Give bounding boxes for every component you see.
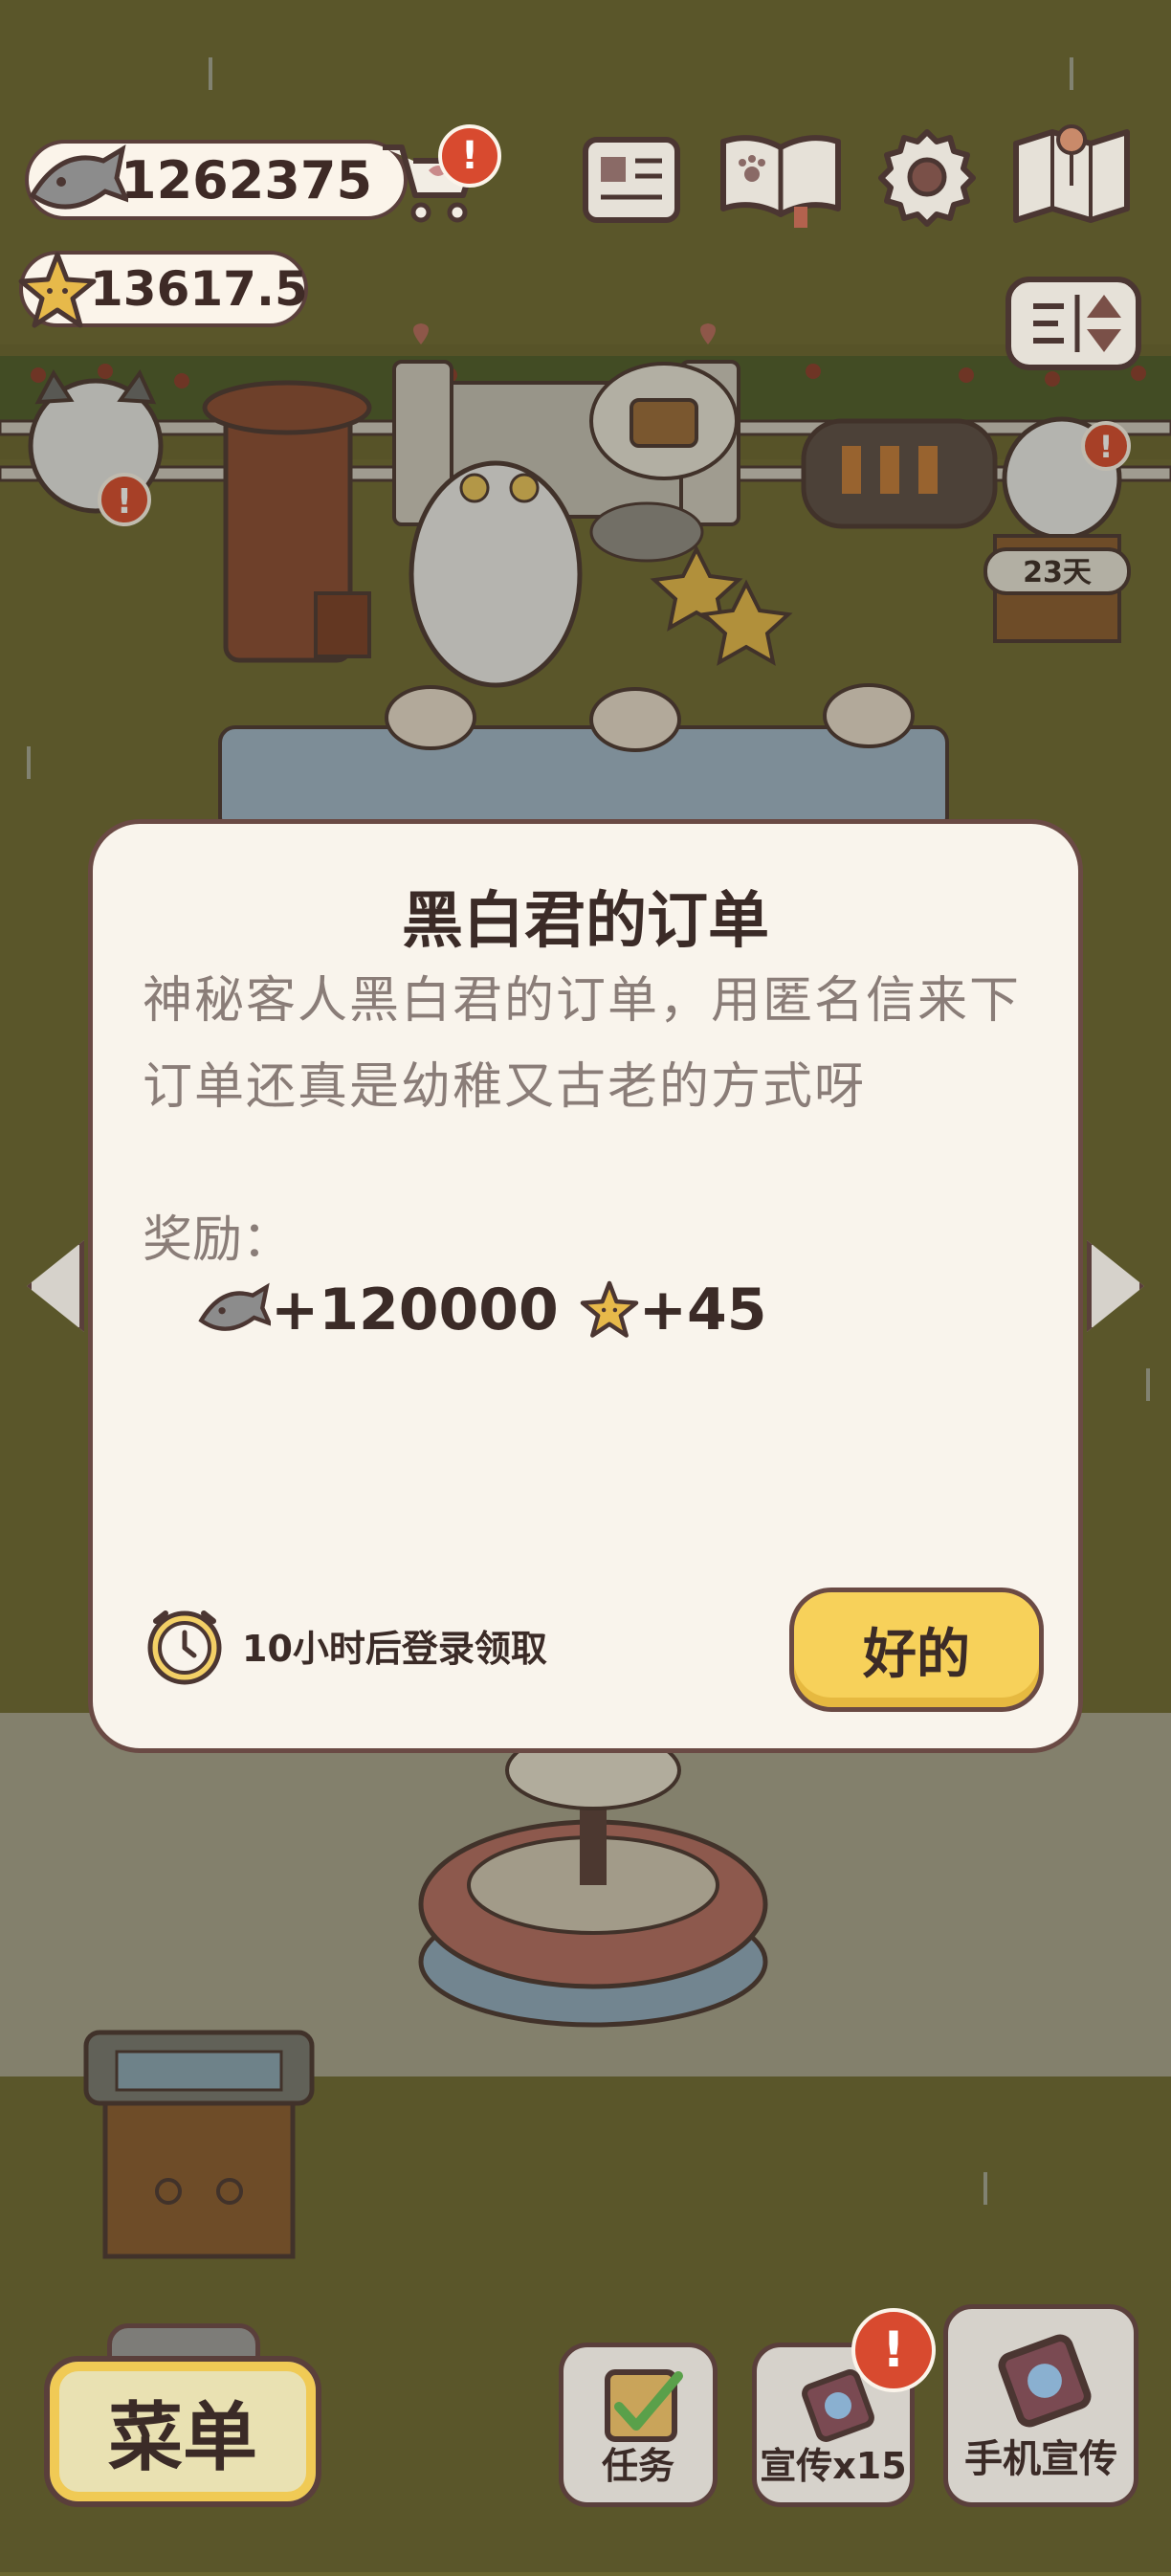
shop-alert-badge: ! (438, 124, 501, 188)
claim-timer-text: 10小时后登录领取 (242, 1627, 547, 1670)
ok-button[interactable]: 好的 (789, 1588, 1044, 1712)
sort-toggle-button[interactable] (1005, 276, 1142, 375)
alarm-clock-icon (147, 1610, 222, 1685)
gear-icon (878, 129, 976, 227)
reward-list: +120000 +45 (194, 1272, 767, 1348)
promo-label: 宣传x15 (760, 2445, 907, 2487)
dialog-description: 神秘客人黑白君的订单，用匿名信来下订单还真是幼稚又古老的方式呀 (143, 972, 1022, 1116)
fish-icon (29, 144, 128, 210)
order-dialog: 黑白君的订单 神秘客人黑白君的订单，用匿名信来下订单还真是幼稚又古老的方式呀 奖… (88, 819, 1083, 1753)
menu-button[interactable]: 菜单 (44, 2356, 321, 2507)
settings-button[interactable] (874, 124, 980, 233)
newspaper-button[interactable] (580, 132, 683, 232)
map-button[interactable] (1010, 124, 1135, 233)
star-icon (18, 252, 97, 328)
promo-alert-badge: ! (851, 2308, 936, 2392)
star-reward-icon (580, 1280, 639, 1338)
star-currency-display: 13617.5 (18, 251, 308, 328)
fish-reward-amount: +120000 (271, 1277, 559, 1344)
fish-currency-display: 1262375 (25, 140, 408, 220)
sort-icon (1005, 277, 1141, 370)
cat-album-button[interactable] (716, 124, 846, 233)
dialog-title: 黑白君的订单 (402, 886, 769, 957)
phone-icon (998, 2334, 1092, 2428)
newspaper-icon (583, 137, 680, 223)
phone-promo-button[interactable]: 手机宣传 (943, 2304, 1138, 2507)
fish-amount: 1262375 (121, 149, 373, 211)
tasks-button[interactable]: 任务 (559, 2343, 718, 2507)
phone-promo-label: 手机宣传 (964, 2437, 1117, 2481)
reward-label: 奖励： (143, 1211, 293, 1269)
star-amount: 13617.5 (90, 261, 308, 317)
fish-reward-icon (198, 1282, 271, 1331)
claim-timer: 10小时后登录领取 (139, 1607, 547, 1685)
paw-book-icon (720, 135, 841, 228)
tasks-label: 任务 (601, 2445, 674, 2487)
map-icon (1013, 124, 1130, 223)
star-reward-amount: +45 (638, 1277, 767, 1344)
